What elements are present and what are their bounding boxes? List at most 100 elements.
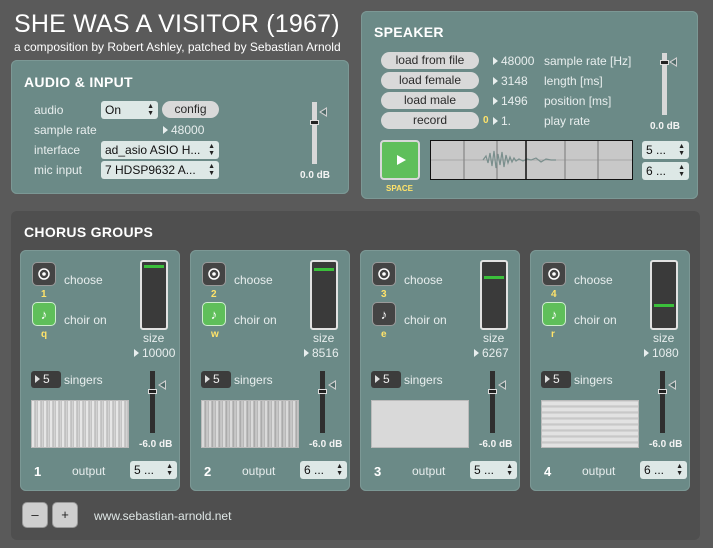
play-button[interactable] (380, 140, 420, 180)
size-slider-1[interactable] (140, 260, 168, 330)
number-arrow-icon (35, 374, 40, 383)
size-value-3: 6267 (482, 346, 509, 360)
speaker-title: SPEAKER (374, 24, 444, 40)
load-female-button[interactable]: load female (381, 72, 479, 89)
record-button[interactable]: record (381, 112, 479, 129)
output-menu-3[interactable]: 5 ... ▲ ▼ (470, 461, 517, 479)
speaker-sample-rate-number[interactable]: 48000 (493, 54, 534, 68)
singers-value-4: 5 (553, 372, 560, 386)
load-male-button[interactable]: load male (381, 92, 479, 109)
length-number[interactable]: 3148 (493, 74, 528, 88)
number-arrow-icon (375, 374, 380, 383)
spectrogram-3 (371, 400, 469, 448)
gain-pointer-icon (158, 380, 166, 390)
play-rate-number[interactable]: 1. (493, 114, 511, 128)
speaker-output-b-value: 6 ... (646, 164, 667, 178)
choose-button-3[interactable] (372, 262, 396, 286)
space-key-label: SPACE (386, 184, 413, 193)
size-number-4[interactable]: 1080 (644, 346, 679, 360)
output-label-1: output (72, 464, 106, 478)
record-count: 0 (483, 115, 489, 126)
size-slider-2[interactable] (310, 260, 338, 330)
size-value-1: 10000 (142, 346, 176, 360)
singers-number-2[interactable]: 5 (201, 371, 231, 388)
output-value-3: 5 ... (474, 463, 495, 477)
remove-group-button[interactable]: – (22, 502, 48, 528)
group-gain-knob-4[interactable] (658, 389, 667, 394)
choose-key-1: 1 (41, 289, 47, 300)
size-slider-4[interactable] (650, 260, 678, 330)
size-number-2[interactable]: 8516 (304, 346, 339, 360)
size-level-2 (314, 268, 334, 271)
chorus-group-3: 3 choose ♪ e choir on size 6267 5 singer… (360, 250, 520, 491)
choir-on-button-2[interactable]: ♪ (202, 302, 226, 326)
group-gain-slider-2[interactable] (320, 371, 325, 433)
gain-pointer-icon (669, 57, 677, 67)
input-gain-knob[interactable] (310, 120, 319, 125)
chorus-group-4: 4 choose ♪ r choir on size 1080 5 singer… (530, 250, 690, 491)
interface-value: ad_asio ASIO H... (105, 143, 201, 157)
choose-label-4: choose (574, 273, 613, 287)
choose-button-1[interactable] (32, 262, 56, 286)
speaker-output-a-value: 5 ... (646, 143, 667, 157)
add-group-button[interactable]: + (52, 502, 78, 528)
music-note-icon: ♪ (380, 306, 388, 322)
position-label: position [ms] (544, 94, 612, 108)
interface-label: interface (34, 143, 81, 157)
position-number[interactable]: 1496 (493, 94, 528, 108)
sample-rate-number[interactable]: 48000 (163, 123, 204, 137)
interface-menu[interactable]: ad_asio ASIO H... ▲ ▼ (101, 141, 219, 159)
mic-input-label: mic input (34, 163, 83, 177)
spectrogram-4 (541, 400, 639, 448)
load-from-file-button[interactable]: load from file (381, 52, 479, 69)
output-menu-2[interactable]: 6 ... ▲ ▼ (300, 461, 347, 479)
singers-number-4[interactable]: 5 (541, 371, 571, 388)
audio-input-panel: AUDIO & INPUT audio On ▲ ▼ config sample … (11, 60, 349, 194)
speaker-output-a-menu[interactable]: 5 ... ▲ ▼ (642, 141, 689, 159)
group-gain-knob-2[interactable] (318, 389, 327, 394)
output-menu-1[interactable]: 5 ... ▲ ▼ (130, 461, 177, 479)
output-value-1: 5 ... (134, 463, 155, 477)
choir-on-button-3[interactable]: ♪ (372, 302, 396, 326)
group-gain-slider-1[interactable] (150, 371, 155, 433)
group-gain-slider-3[interactable] (490, 371, 495, 433)
choose-key-4: 4 (551, 289, 557, 300)
choose-button-4[interactable] (542, 262, 566, 286)
audio-toggle-menu[interactable]: On ▲ ▼ (101, 101, 158, 119)
speaker-gain-knob[interactable] (660, 60, 669, 65)
choose-label-1: choose (64, 273, 103, 287)
website-link[interactable]: www.sebastian-arnold.net (94, 509, 231, 523)
choose-button-2[interactable] (202, 262, 226, 286)
input-gain-slider[interactable] (312, 102, 317, 164)
choir-on-button-4[interactable]: ♪ (542, 302, 566, 326)
page-subtitle: a composition by Robert Ashley, patched … (14, 40, 341, 54)
config-button[interactable]: config (162, 101, 219, 118)
group-number-1: 1 (34, 464, 42, 479)
size-label-4: size (653, 331, 675, 345)
chorus-group-1: 1 choose ♪ q choir on size 10000 5 singe… (20, 250, 180, 491)
singers-number-1[interactable]: 5 (31, 371, 61, 388)
updown-arrow-icon: ▲ ▼ (506, 463, 513, 477)
choir-on-button-1[interactable]: ♪ (32, 302, 56, 326)
group-gain-slider-4[interactable] (660, 371, 665, 433)
size-slider-3[interactable] (480, 260, 508, 330)
speaker-output-b-menu[interactable]: 6 ... ▲ ▼ (642, 162, 689, 180)
size-number-1[interactable]: 10000 (134, 346, 175, 360)
mic-input-menu[interactable]: 7 HDSP9632 A... ▲ ▼ (101, 161, 219, 179)
speaker-waveform[interactable] (430, 140, 633, 180)
gain-pointer-icon (498, 380, 506, 390)
group-gain-knob-1[interactable] (148, 389, 157, 394)
music-note-icon: ♪ (210, 306, 218, 322)
play-rate-value: 1. (501, 114, 512, 128)
group-gain-db-1: -6.0 dB (139, 439, 173, 450)
singers-number-3[interactable]: 5 (371, 371, 401, 388)
singers-label-3: singers (404, 373, 443, 387)
size-number-3[interactable]: 6267 (474, 346, 509, 360)
updown-arrow-icon: ▲ ▼ (678, 143, 685, 157)
singers-value-2: 5 (213, 372, 220, 386)
group-gain-knob-3[interactable] (488, 389, 497, 394)
number-arrow-icon (545, 374, 550, 383)
group-number-4: 4 (544, 464, 552, 479)
output-menu-4[interactable]: 6 ... ▲ ▼ (640, 461, 687, 479)
choir-on-label-4: choir on (574, 313, 617, 327)
